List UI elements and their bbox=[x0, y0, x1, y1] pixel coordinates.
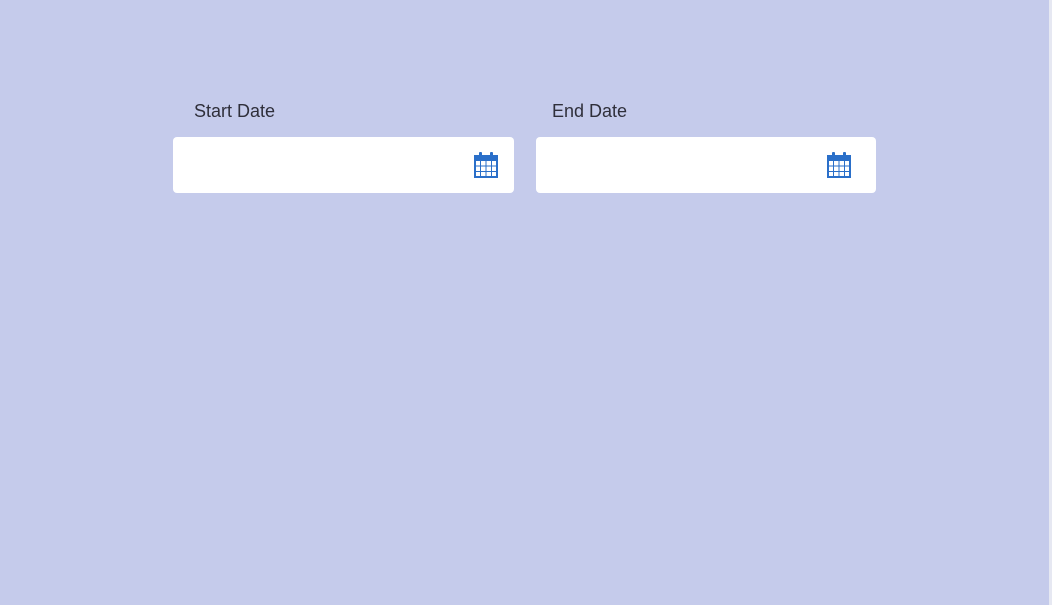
end-date-label: End Date bbox=[552, 101, 628, 121]
calendar-icon[interactable] bbox=[473, 151, 499, 179]
calendar-icon[interactable] bbox=[826, 151, 852, 179]
end-date-field[interactable] bbox=[536, 137, 876, 193]
page: Start Date End Date bbox=[0, 0, 1052, 605]
end-date-input[interactable] bbox=[536, 137, 826, 193]
start-date-group: Start Date bbox=[173, 100, 514, 193]
start-date-field[interactable] bbox=[173, 137, 514, 193]
start-date-input[interactable] bbox=[173, 137, 463, 193]
end-date-group: End Date bbox=[536, 100, 876, 193]
start-date-label: Start Date bbox=[194, 101, 276, 121]
